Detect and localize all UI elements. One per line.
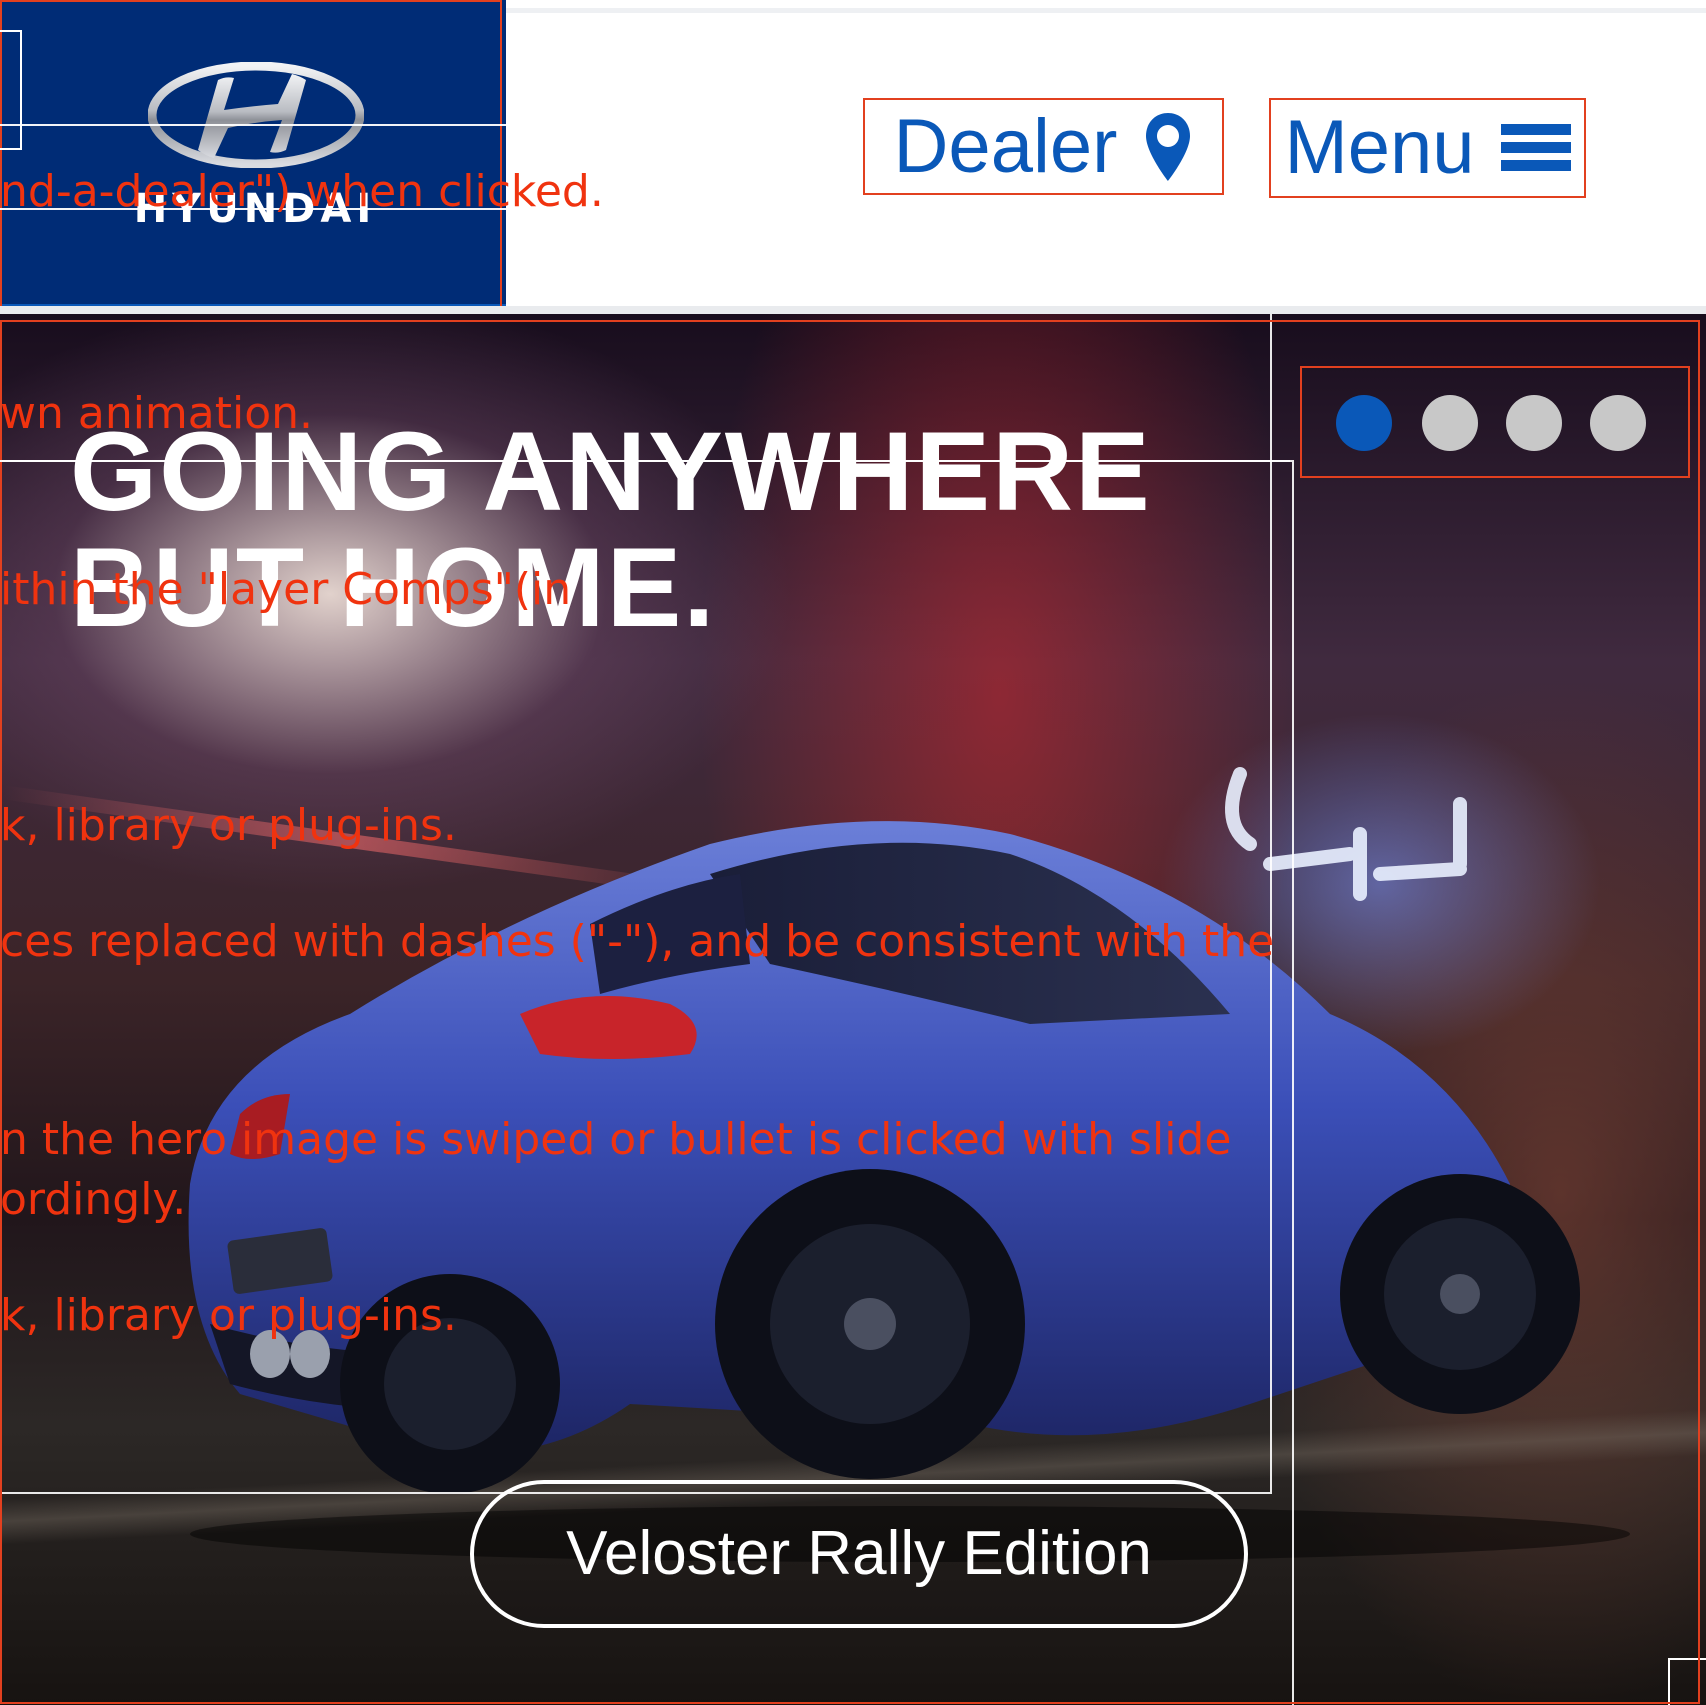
carousel-dot-2[interactable] — [1422, 395, 1478, 451]
logo-wordmark: HYUNDAI — [133, 186, 377, 232]
hero-headline-line-1: GOING ANYWHERE — [70, 409, 1152, 534]
hamburger-icon — [1500, 124, 1571, 171]
veloster-rally-edition-button[interactable]: Veloster Rally Edition — [470, 1480, 1248, 1628]
annotation-corner-mark — [1668, 1658, 1706, 1705]
menu-button-label: Menu — [1284, 105, 1475, 190]
carousel-dot-1[interactable] — [1336, 395, 1392, 451]
carousel-dot-3[interactable] — [1506, 395, 1562, 451]
carousel-dot-4[interactable] — [1590, 395, 1646, 451]
hero-carousel[interactable]: GOING ANYWHERE BUT HOME. Veloster Rally … — [0, 314, 1706, 1705]
site-header: HYUNDAI Dealer Menu — [0, 0, 1706, 314]
map-pin-icon — [1146, 112, 1191, 181]
dealer-button[interactable]: Dealer — [863, 98, 1224, 195]
hyundai-emblem-icon — [148, 62, 364, 168]
header-top-divider — [506, 8, 1706, 13]
hyundai-logo[interactable]: HYUNDAI — [0, 0, 506, 312]
menu-button[interactable]: Menu — [1269, 98, 1586, 198]
hero-headline: GOING ANYWHERE BUT HOME. — [70, 414, 1190, 646]
header-bottom-divider — [0, 306, 1706, 314]
hero-car-image — [188, 821, 1630, 1562]
carousel-pagination — [1300, 366, 1690, 478]
dealer-button-label: Dealer — [893, 103, 1118, 189]
hero-headline-line-2: BUT HOME. — [70, 525, 717, 650]
